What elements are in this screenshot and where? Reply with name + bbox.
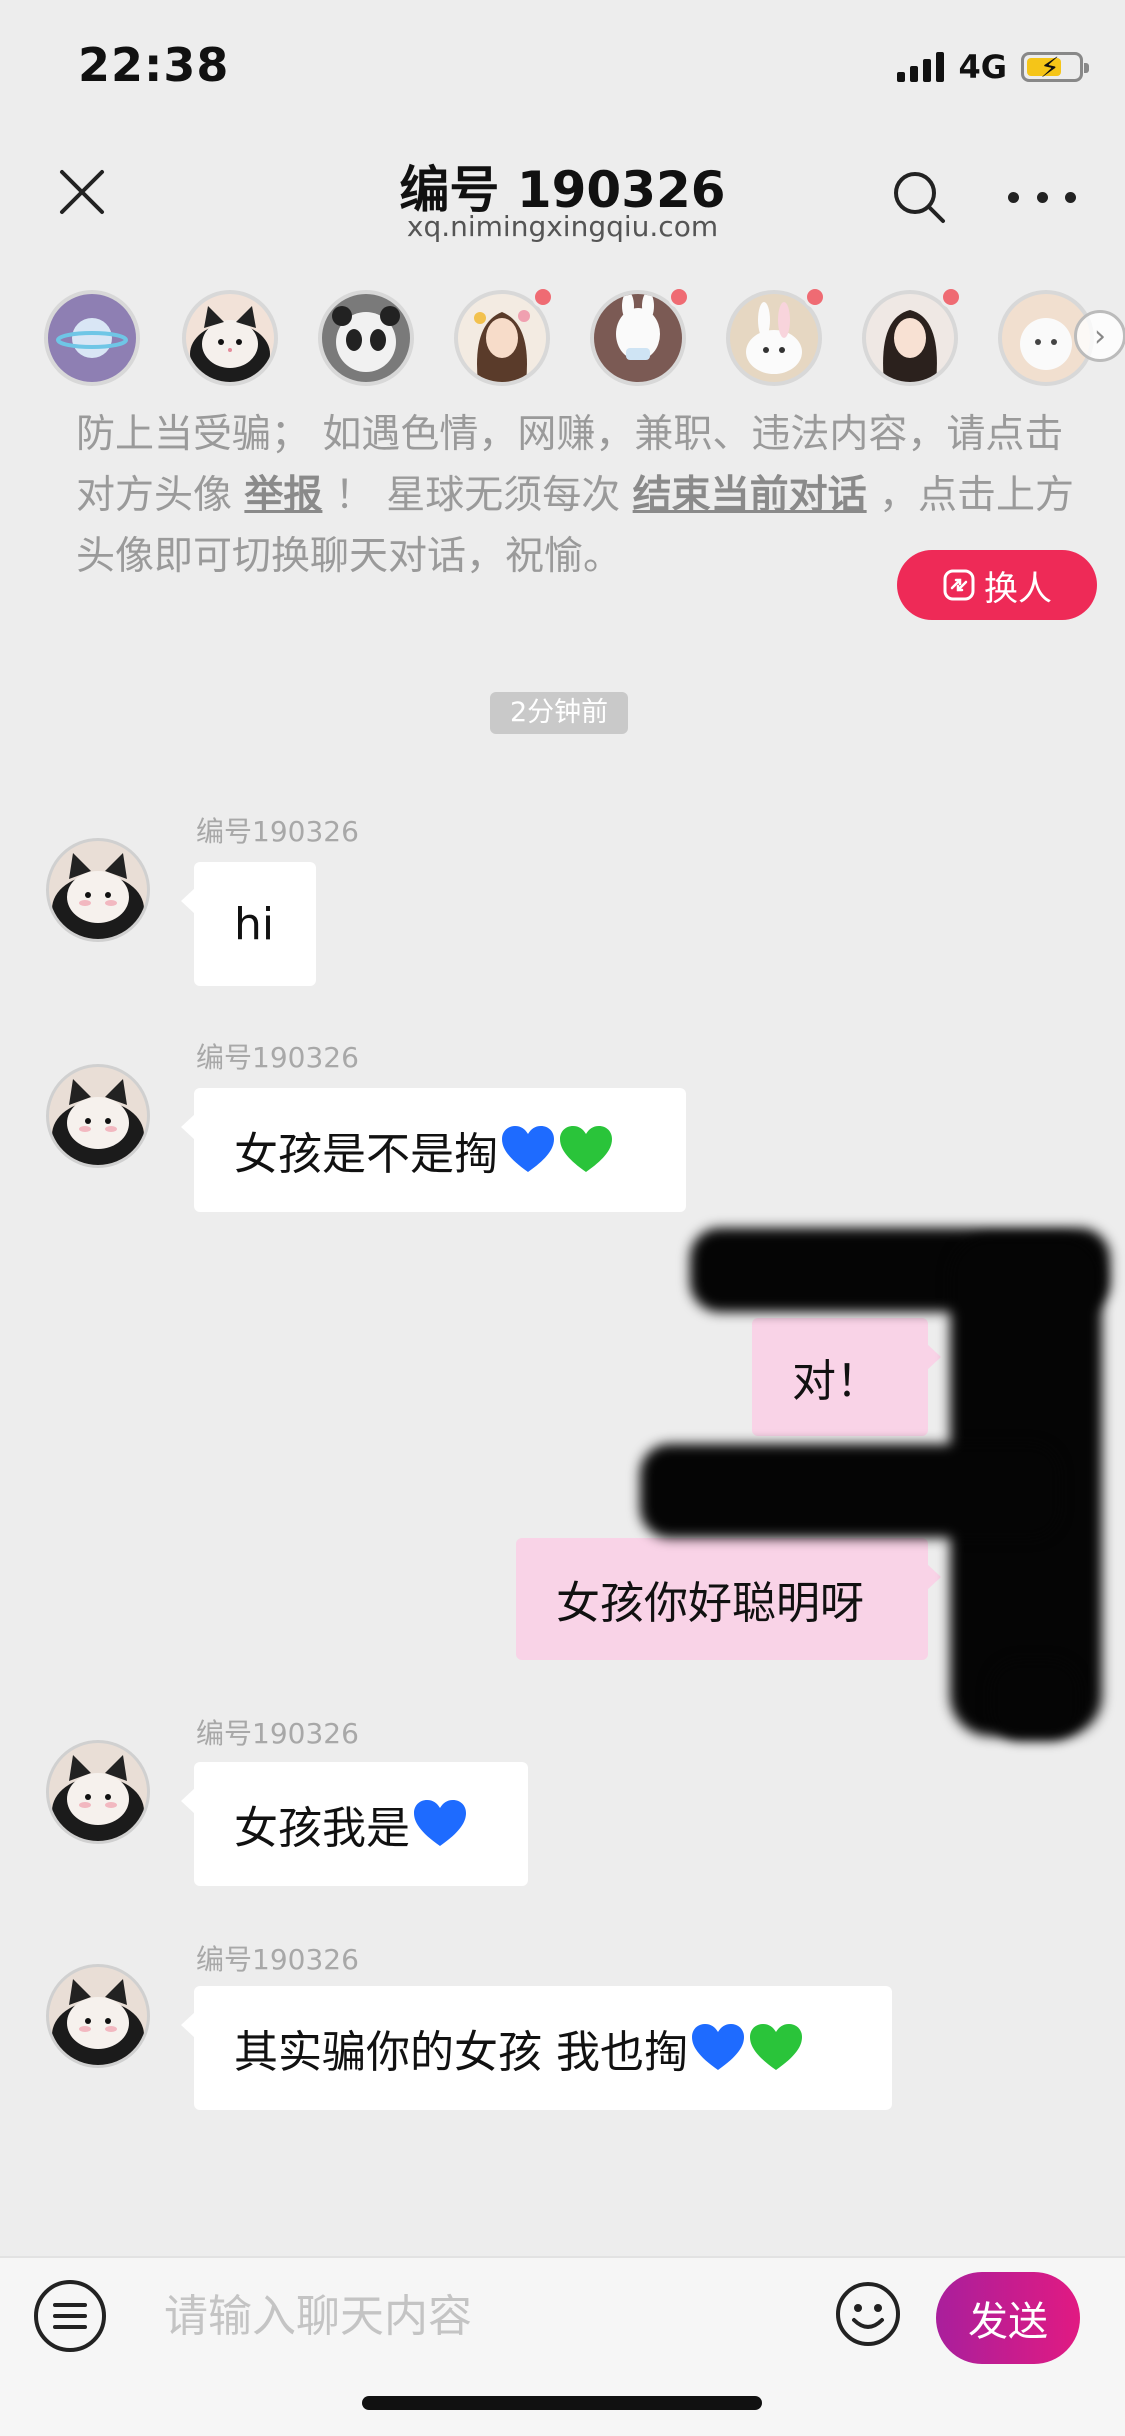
message-text: 其实骗你的女孩 我也掏 (234, 2027, 688, 2078)
message-text: hi (234, 898, 275, 950)
chat-input[interactable] (164, 2278, 804, 2354)
site-domain: xq.nimingxingqiu.com (406, 210, 719, 243)
avatar[interactable] (46, 1064, 150, 1168)
message-bubble[interactable]: 女孩是不是掏 (181, 1088, 686, 1212)
blue-heart-icon (692, 2024, 744, 2070)
blue-heart-icon (502, 1126, 554, 1172)
sender-name: 编号190326 (196, 815, 359, 848)
report-link[interactable]: 举报 (244, 473, 322, 518)
redaction-scribble (990, 1660, 1080, 1740)
recent-chats-strip: › (44, 286, 1125, 390)
battery-icon: ⚡ (1021, 51, 1089, 84)
signal-icon (897, 52, 945, 82)
more-icon[interactable] (1008, 170, 1076, 224)
unread-dot (668, 286, 690, 308)
search-icon[interactable] (890, 168, 948, 226)
emoji-icon[interactable] (834, 2280, 902, 2348)
swap-person-button[interactable]: 换人 (897, 550, 1097, 620)
status-time: 22:38 (78, 38, 230, 92)
avatar[interactable] (46, 1964, 150, 2068)
chat-screen: 22:38 4G ⚡ 编号 190326 xq.nimingxingqiu.co… (0, 0, 1125, 2436)
avatar[interactable] (46, 1740, 150, 1844)
end-chat-link[interactable]: 结束当前对话 (633, 473, 867, 518)
home-indicator[interactable] (362, 2396, 762, 2410)
green-heart-icon (750, 2024, 802, 2070)
message-text: 对！ (792, 1356, 880, 1407)
notice-text: ！ 星球无须每次 (322, 473, 633, 518)
send-button[interactable]: 发送 (936, 2272, 1080, 2364)
message-bubble-outgoing[interactable]: 女孩你好聪明呀 (516, 1538, 941, 1660)
message-text: 女孩你好聪明呀 (556, 1578, 864, 1629)
message-text: 女孩我是 (234, 1803, 410, 1854)
message-bubble-outgoing[interactable]: 对！ (752, 1318, 941, 1436)
sender-name: 编号190326 (196, 1943, 359, 1976)
chevron-right-icon[interactable]: › (1074, 310, 1125, 362)
unread-dot (804, 286, 826, 308)
unread-dot (532, 286, 554, 308)
planet-avatar[interactable] (44, 290, 140, 386)
message-bubble[interactable]: 其实骗你的女孩 我也掏 (181, 1986, 892, 2110)
menu-icon[interactable] (34, 2280, 106, 2352)
unread-dot (940, 286, 962, 308)
network-label: 4G (958, 48, 1007, 86)
cat-avatar[interactable] (182, 290, 278, 386)
panda-avatar[interactable] (318, 290, 414, 386)
timestamp-chip: 2分钟前 (490, 692, 629, 734)
swap-icon (943, 569, 975, 601)
message-text: 女孩是不是掏 (234, 1129, 498, 1180)
status-indicators: 4G ⚡ (897, 48, 1089, 86)
sender-name: 编号190326 (196, 1717, 359, 1750)
message-bubble[interactable]: 女孩我是 (181, 1762, 528, 1886)
green-heart-icon (560, 1126, 612, 1172)
redaction-scribble (640, 1444, 1060, 1538)
avatar[interactable] (46, 838, 150, 942)
message-bubble[interactable]: hi (181, 862, 316, 986)
sender-name: 编号190326 (196, 1041, 359, 1074)
blue-heart-icon (414, 1800, 466, 1846)
swap-label: 换人 (984, 568, 1052, 609)
